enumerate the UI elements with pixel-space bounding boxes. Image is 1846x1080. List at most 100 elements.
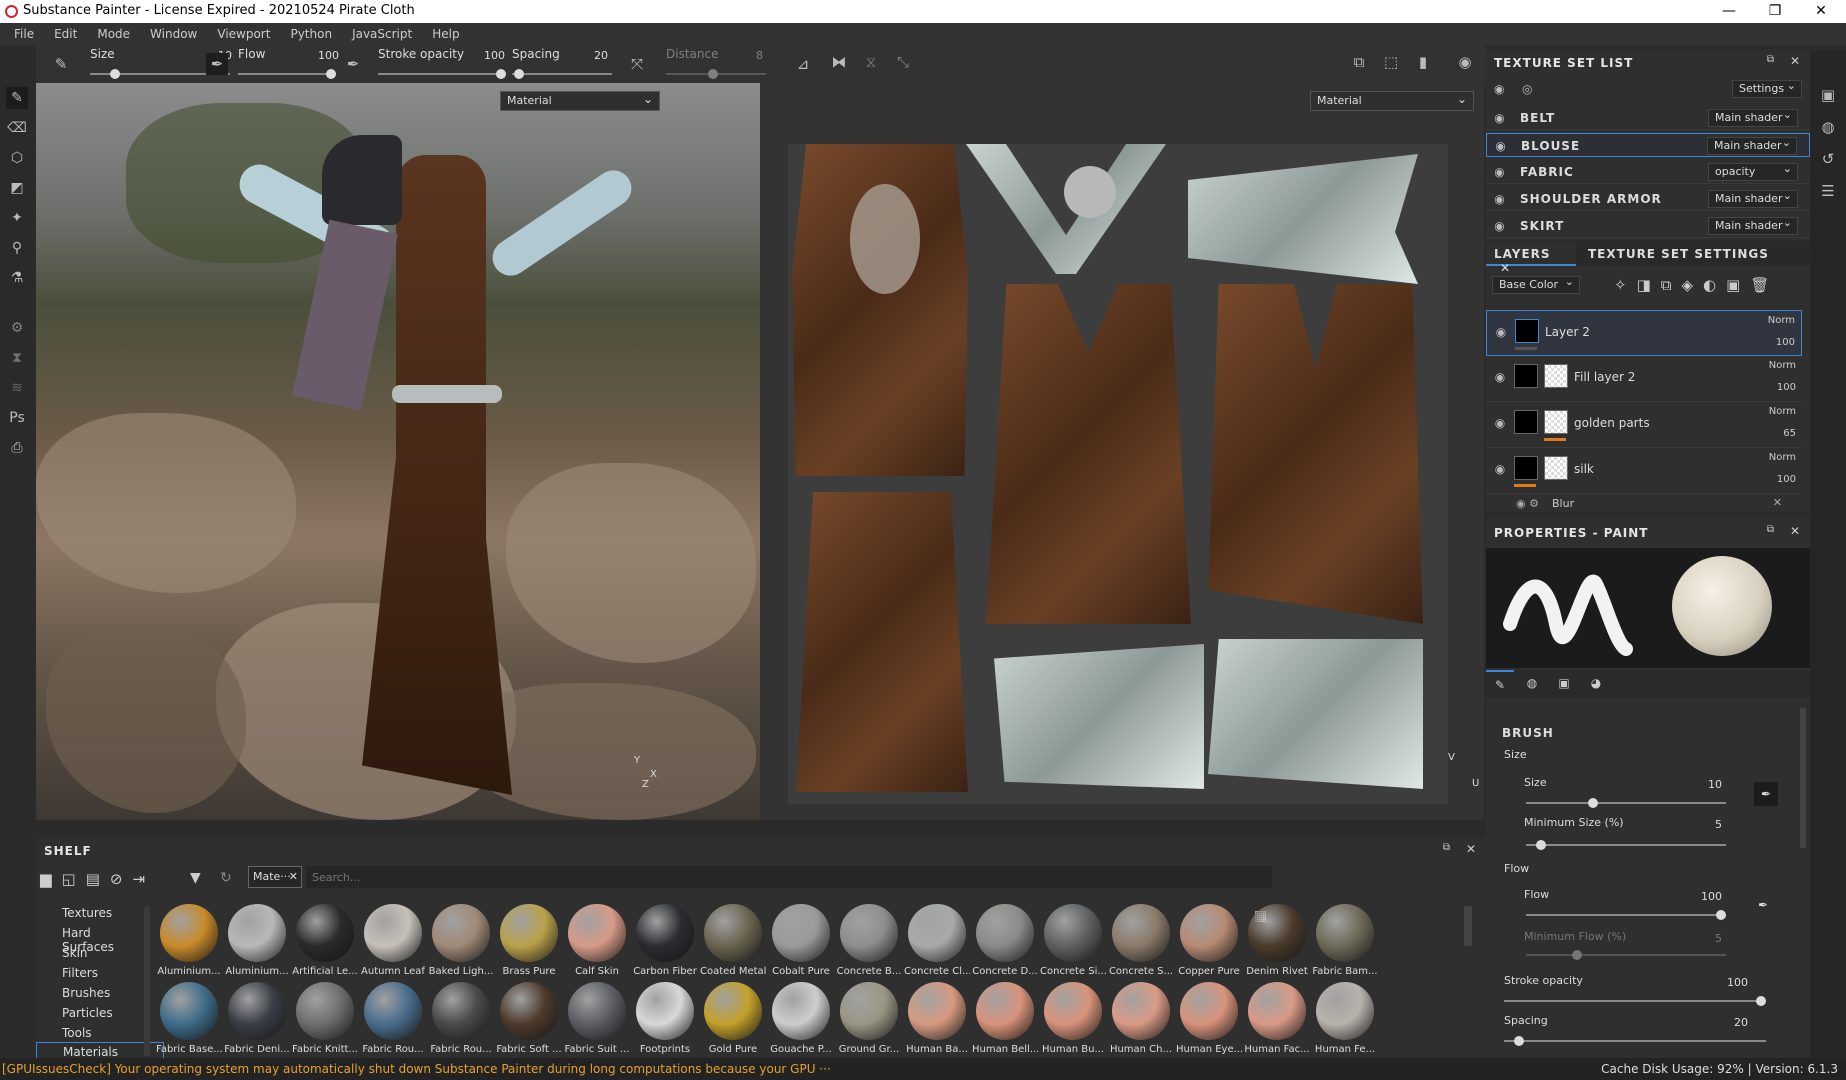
add-folder-icon[interactable]: ▣	[1726, 276, 1750, 294]
alignment-icon[interactable]: ⊿	[792, 53, 814, 75]
layer-row-layer-2[interactable]: ◉ Layer 2 Norm 100	[1486, 310, 1802, 356]
panel-close-icon[interactable]: ✕	[1466, 842, 1476, 856]
panel-undock-icon[interactable]: ⧉	[1443, 842, 1450, 853]
tab-close-icon[interactable]: ✕	[1500, 261, 1511, 275]
photoshop-export-icon[interactable]: Ps	[6, 407, 28, 429]
min-size-knob[interactable]	[1536, 840, 1546, 850]
hide-icon[interactable]: ⊘	[110, 870, 133, 888]
material-thumbnail[interactable]: Fabric Rou...	[428, 982, 494, 1060]
layer-opacity[interactable]: 100	[1777, 474, 1796, 485]
stroke-opacity-value[interactable]: 100	[1708, 976, 1748, 989]
maximize-button[interactable]: ❐	[1752, 0, 1798, 23]
save-icon[interactable]: ▤	[86, 870, 110, 888]
panel-close-icon[interactable]: ✕	[1790, 54, 1800, 68]
flow-control[interactable]: Flow 100	[238, 45, 339, 83]
material-thumbnail[interactable]: Copper Pure	[1176, 904, 1242, 982]
panel-undock-icon[interactable]: ⧉	[1767, 54, 1774, 65]
material-thumbnail[interactable]: Baked Ligh...	[428, 904, 494, 982]
stroke-opacity-slider[interactable]	[378, 69, 506, 79]
spacing-slider[interactable]	[512, 69, 612, 79]
shader-dropdown[interactable]: Main shader	[1708, 216, 1798, 235]
add-fill-layer-icon[interactable]: ◈	[1681, 276, 1703, 294]
flow-pressure-icon[interactable]: ✒	[342, 53, 364, 75]
filter-chip[interactable]: Mate··· ✕	[248, 866, 302, 888]
filter-icon[interactable]: ▼	[190, 870, 201, 886]
min-size-value[interactable]: 5	[1682, 818, 1722, 831]
material-thumbnail[interactable]: Aluminium...	[156, 904, 222, 982]
texture-set-settings-dropdown[interactable]: Settings	[1732, 79, 1802, 98]
spacing-slider-knob[interactable]	[514, 69, 524, 79]
distance-slider-knob[interactable]	[708, 69, 718, 79]
layers-stack-icon[interactable]: ≋	[6, 377, 28, 399]
close-window-button[interactable]: ✕	[1798, 0, 1844, 23]
material-thumbnail[interactable]: Human Eye...	[1176, 982, 1242, 1060]
tab-layers[interactable]: LAYERS ✕	[1486, 242, 1576, 275]
material-thumbnail[interactable]: Human Fac...	[1244, 982, 1310, 1060]
material-thumbnail[interactable]: Calf Skin	[564, 904, 630, 982]
shader-dropdown[interactable]: Main shader	[1707, 136, 1797, 155]
add-mask-icon[interactable]: ◨	[1637, 276, 1661, 294]
effect-close-icon[interactable]: ✕	[1773, 496, 1782, 509]
menu-viewport[interactable]: Viewport	[207, 27, 280, 41]
viewport-2d-channel-dropdown[interactable]: Material	[1310, 91, 1474, 111]
visibility-eye-icon[interactable]: ◉	[1493, 111, 1507, 125]
texture-set-shoulder-armor[interactable]: ◉ SHOULDER ARMOR Main shader	[1486, 187, 1810, 211]
material-thumbnail[interactable]: Brass Pure	[496, 904, 562, 982]
spacing-control[interactable]: Spacing 20	[512, 45, 612, 83]
material-thumbnail[interactable]: Autumn Leaf	[360, 904, 426, 982]
min-flow-value[interactable]: 5	[1682, 932, 1722, 945]
material-thumbnail[interactable]: Carbon Fiber	[632, 904, 698, 982]
filter-chip-close-icon[interactable]: ✕	[289, 870, 298, 883]
min-flow-knob[interactable]	[1572, 950, 1582, 960]
material-thumbnail[interactable]: Cobalt Pure	[768, 904, 834, 982]
minimize-button[interactable]: —	[1706, 0, 1752, 23]
stroke-opacity-knob[interactable]	[496, 69, 506, 79]
material-thumbnail[interactable]: Human Fe...	[1312, 982, 1378, 1060]
visibility-eye-icon[interactable]: ◉	[1494, 139, 1508, 153]
polygon-fill-icon[interactable]: ◩	[6, 177, 28, 199]
visibility-toggle-all-icon[interactable]: ◉	[1494, 82, 1504, 96]
min-size-slider[interactable]	[1526, 840, 1726, 850]
shader-dropdown[interactable]: opacity	[1708, 162, 1798, 181]
spacing-value[interactable]: 20	[1708, 1016, 1748, 1029]
flow-field-slider[interactable]	[1526, 910, 1726, 920]
layer-row-golden-parts[interactable]: ◉ golden parts Norm 65	[1486, 402, 1802, 448]
material-thumbnail[interactable]: Human Ch...	[1108, 982, 1174, 1060]
brush-tab-icon[interactable]: ✎	[1486, 670, 1514, 698]
category-particles[interactable]: Particles	[62, 1006, 113, 1020]
size-field-slider[interactable]	[1526, 798, 1726, 808]
stroke-opacity-prop-knob[interactable]	[1756, 996, 1766, 1006]
tab-texture-set-settings[interactable]: TEXTURE SET SETTINGS	[1580, 242, 1777, 266]
menu-edit[interactable]: Edit	[44, 27, 87, 41]
visibility-eye-icon[interactable]: ◉	[1493, 165, 1507, 179]
material-thumbnail[interactable]: Fabric Rou...	[360, 982, 426, 1060]
material-thumbnail[interactable]: Concrete D...	[972, 904, 1038, 982]
eye-icon[interactable]: ◎	[1522, 82, 1532, 96]
alpha-tab-icon[interactable]: ◍	[1518, 670, 1546, 698]
material-thumbnail[interactable]: Human Bu...	[1040, 982, 1106, 1060]
flow-field-value[interactable]: 100	[1682, 890, 1722, 903]
layer-blend-mode[interactable]: Norm	[1768, 315, 1795, 326]
size-field-value[interactable]: 10	[1682, 778, 1722, 791]
menu-help[interactable]: Help	[422, 27, 469, 41]
cube-view-icon[interactable]: ⬚	[1380, 51, 1402, 73]
panel-undock-icon[interactable]: ⧉	[1767, 524, 1774, 535]
menu-file[interactable]: File	[4, 27, 44, 41]
material-thumbnail[interactable]: Fabric Base...	[156, 982, 222, 1060]
refresh-icon[interactable]: ↻	[220, 870, 232, 886]
texture-set-fabric[interactable]: ◉ FABRIC opacity	[1486, 160, 1810, 184]
layer-row-blur[interactable]: ◉ ⚙ Blur ✕	[1486, 496, 1802, 512]
properties-scrollbar[interactable]	[1800, 708, 1806, 848]
menu-javascript[interactable]: JavaScript	[342, 27, 422, 41]
bake-icon[interactable]: ⚙	[6, 317, 28, 339]
material-thumbnail[interactable]: Fabric Knitt...	[292, 982, 358, 1060]
size-pressure-icon[interactable]: ✒	[1754, 782, 1778, 806]
brush-preset-icon[interactable]: ✎	[50, 53, 72, 75]
material-thumbnail[interactable]: Gold Pure	[700, 982, 766, 1060]
layer-visibility-eye-icon[interactable]: ◉	[1494, 325, 1508, 339]
menu-window[interactable]: Window	[140, 27, 207, 41]
material-tab-icon[interactable]: ◕	[1582, 670, 1610, 698]
layer-opacity[interactable]: 65	[1783, 428, 1796, 439]
flow-slider-knob[interactable]	[326, 69, 336, 79]
visibility-eye-icon[interactable]: ◉	[1493, 219, 1507, 233]
